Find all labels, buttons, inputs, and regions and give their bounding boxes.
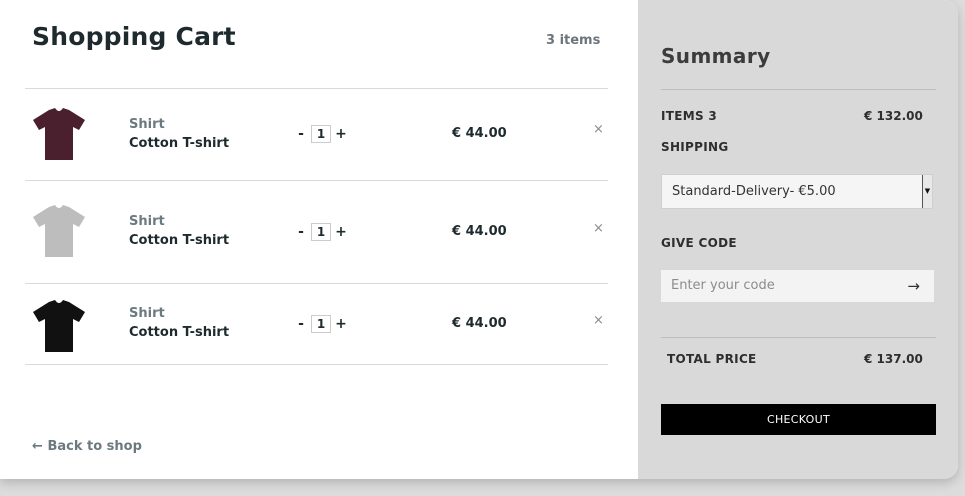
increase-button[interactable]: + — [335, 224, 347, 240]
t-shirt-icon — [33, 205, 85, 257]
items-total: € 132.00 — [864, 109, 923, 123]
give-code-label: GIVE CODE — [661, 236, 737, 250]
quantity-input[interactable]: 1 — [311, 315, 331, 333]
summary-title: Summary — [661, 44, 771, 68]
back-to-shop-link[interactable]: ← Back to shop — [32, 439, 142, 454]
increase-button[interactable]: + — [335, 126, 347, 142]
divider — [25, 364, 608, 365]
quantity-stepper: - 1 + — [295, 125, 347, 143]
cart-item-row: Shirt Cotton T-shirt - 1 + € 44.00 × — [25, 89, 608, 181]
item-price: € 44.00 — [452, 224, 507, 239]
total-price-value: € 137.00 — [864, 352, 923, 366]
cart-item-row: Shirt Cotton T-shirt - 1 + € 44.00 × — [25, 284, 608, 376]
arrow-left-icon: ← — [32, 439, 43, 454]
item-price: € 44.00 — [452, 126, 507, 141]
t-shirt-icon — [33, 108, 85, 160]
item-price: € 44.00 — [452, 316, 507, 331]
item-name: Cotton T-shirt — [129, 233, 230, 248]
item-category: Shirt — [129, 214, 165, 229]
remove-item-button[interactable]: × — [593, 122, 604, 137]
quantity-stepper: - 1 + — [295, 315, 347, 333]
arrow-right-icon[interactable]: → — [907, 270, 920, 302]
cart-item-row: Shirt Cotton T-shirt - 1 + € 44.00 × — [25, 181, 608, 273]
quantity-stepper: - 1 + — [295, 223, 347, 241]
decrease-button[interactable]: - — [295, 316, 307, 332]
cart-card: Shopping Cart 3 items Shirt Cotton T-shi… — [0, 0, 958, 479]
item-category: Shirt — [129, 306, 165, 321]
total-price-label: TOTAL PRICE — [667, 352, 757, 366]
increase-button[interactable]: + — [335, 316, 347, 332]
back-to-shop-label: Back to shop — [47, 439, 142, 454]
divider — [661, 337, 936, 338]
item-name: Cotton T-shirt — [129, 325, 230, 340]
shipping-select[interactable]: Standard-Delivery- €5.00 ▼ — [661, 174, 933, 209]
page-title: Shopping Cart — [32, 22, 236, 51]
divider — [661, 89, 936, 90]
items-count: 3 items — [546, 33, 601, 48]
decrease-button[interactable]: - — [295, 126, 307, 142]
caret-down-icon: ▼ — [922, 175, 932, 208]
remove-item-button[interactable]: × — [593, 313, 604, 328]
remove-item-button[interactable]: × — [593, 221, 604, 236]
items-label: ITEMS 3 — [661, 109, 718, 123]
item-name: Cotton T-shirt — [129, 136, 230, 151]
item-category: Shirt — [129, 117, 165, 132]
shipping-label: SHIPPING — [661, 140, 729, 154]
quantity-input[interactable]: 1 — [311, 223, 331, 241]
decrease-button[interactable]: - — [295, 224, 307, 240]
t-shirt-icon — [33, 300, 85, 352]
shipping-selected-value: Standard-Delivery- €5.00 — [672, 184, 836, 199]
cart-panel: Shopping Cart 3 items Shirt Cotton T-shi… — [0, 0, 638, 479]
promo-code-field: → — [661, 270, 934, 302]
quantity-input[interactable]: 1 — [311, 125, 331, 143]
promo-code-input[interactable] — [669, 277, 893, 294]
checkout-button[interactable]: CHECKOUT — [661, 404, 936, 435]
summary-panel: Summary ITEMS 3 € 132.00 SHIPPING Standa… — [638, 0, 958, 479]
